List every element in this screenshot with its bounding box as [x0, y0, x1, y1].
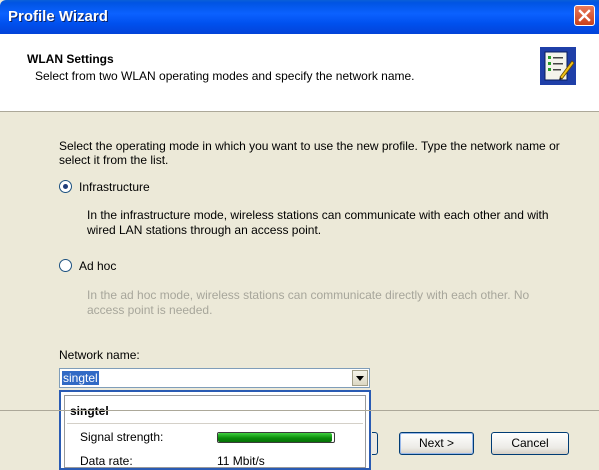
- intro-text: Select the operating mode in which you w…: [59, 139, 560, 167]
- header-title: WLAN Settings: [27, 52, 114, 66]
- window-title: Profile Wizard: [8, 8, 108, 25]
- close-button[interactable]: [574, 5, 595, 26]
- popup-network-name: singtel: [70, 404, 109, 418]
- wizard-checklist-icon: [540, 47, 576, 85]
- header-subtitle: Select from two WLAN operating modes and…: [35, 69, 415, 83]
- network-info-popup: singtel Signal strength: Data rate: 11 M…: [59, 390, 371, 470]
- network-name-combobox[interactable]: singtel: [59, 368, 370, 388]
- network-name-label: Network name:: [59, 348, 140, 362]
- wizard-header: WLAN Settings Select from two WLAN opera…: [0, 34, 599, 112]
- title-bar: Profile Wizard: [0, 0, 599, 34]
- chevron-down-icon: [356, 375, 364, 381]
- infrastructure-description: In the infrastructure mode, wireless sta…: [87, 208, 549, 237]
- adhoc-description: In the ad hoc mode, wireless stations ca…: [87, 288, 530, 317]
- back-button[interactable]: [372, 432, 378, 455]
- next-button-label: Next >: [418, 436, 454, 450]
- signal-strength-fill: [218, 433, 332, 442]
- data-rate-label: Data rate:: [80, 454, 133, 468]
- popup-divider: [67, 423, 363, 424]
- infrastructure-label[interactable]: Infrastructure: [79, 180, 150, 194]
- data-rate-value: 11 Mbit/s: [217, 454, 265, 468]
- close-icon: [578, 9, 591, 22]
- adhoc-radio[interactable]: [59, 259, 72, 272]
- cancel-button-label: Cancel: [511, 436, 549, 450]
- signal-strength-label: Signal strength:: [80, 430, 164, 444]
- signal-strength-bar: [217, 432, 335, 443]
- infrastructure-radio[interactable]: [59, 180, 72, 193]
- wizard-body: Select the operating mode in which you w…: [0, 112, 599, 470]
- network-name-value[interactable]: singtel: [62, 371, 99, 385]
- cancel-button[interactable]: Cancel: [491, 432, 569, 455]
- adhoc-label[interactable]: Ad hoc: [79, 259, 116, 273]
- dropdown-arrow-button[interactable]: [352, 370, 368, 386]
- next-button[interactable]: Next >: [399, 432, 474, 455]
- button-area-divider: [0, 410, 599, 411]
